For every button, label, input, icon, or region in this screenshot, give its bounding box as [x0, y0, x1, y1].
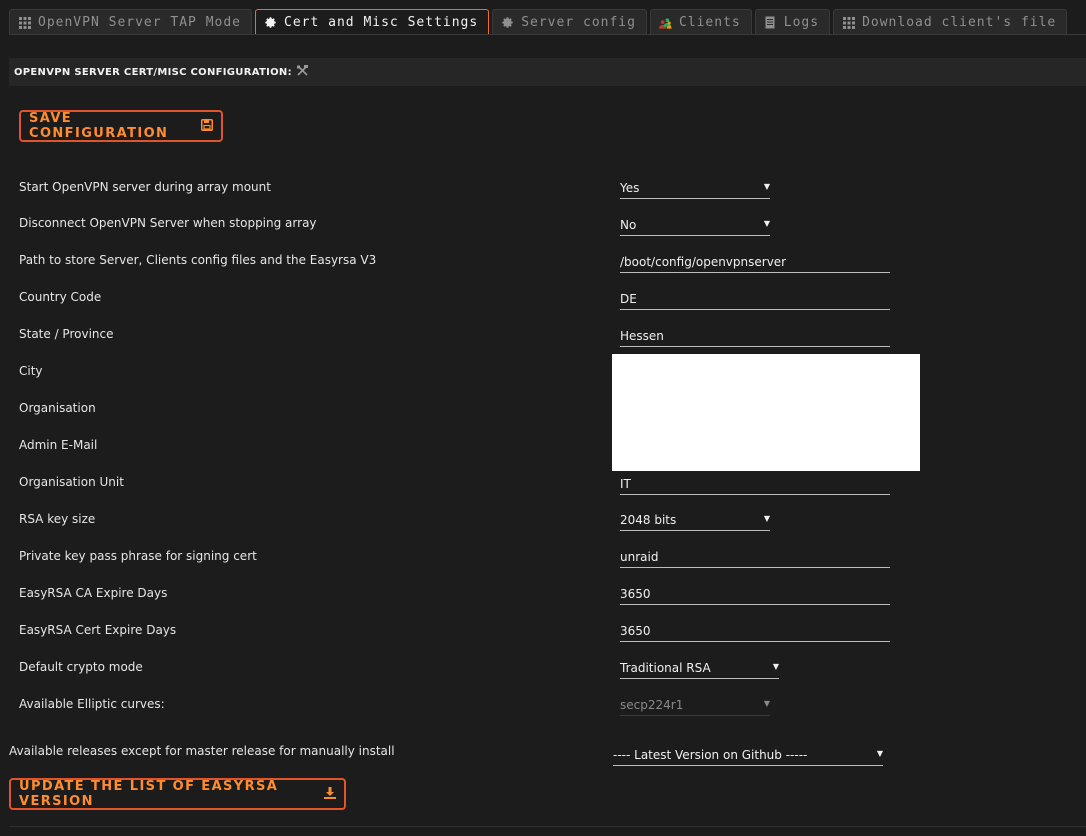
tab-logs[interactable]: Logs	[754, 9, 831, 35]
chevron-down-icon: ▼	[763, 514, 770, 523]
releases-select[interactable]: ---- Latest Version on Github ----- ▼	[613, 744, 883, 766]
tab-cert-and-misc-settings[interactable]: Cert and Misc Settings	[255, 9, 490, 35]
update-button-label: UPDATE THE LIST OF EASYRSA VERSION	[19, 779, 279, 809]
ca-expire-days-input[interactable]: 3650	[620, 583, 890, 605]
section-title: OPENVPN SERVER CERT/MISC CONFIGURATION:	[14, 66, 292, 78]
redacted-area	[612, 354, 920, 471]
tab-clients[interactable]: Clients	[649, 9, 752, 35]
start-server-select[interactable]: Yes ▼	[620, 177, 770, 199]
elliptic-curves-select: secp224r1 ▼	[620, 694, 770, 716]
tab-label: OpenVPN Server TAP Mode	[38, 15, 242, 30]
rsa-key-size-select[interactable]: 2048 bits ▼	[620, 509, 770, 531]
select-value: Yes	[620, 180, 640, 195]
state-input[interactable]: Hessen	[620, 325, 890, 347]
row-label-passphrase: Private key pass phrase for signing cert	[19, 549, 257, 563]
tab-label: Server config	[521, 15, 636, 30]
row-label-start-server: Start OpenVPN server during array mount	[19, 180, 271, 194]
document-icon	[764, 16, 777, 29]
grid-icon	[842, 16, 855, 29]
passphrase-input[interactable]: unraid	[620, 546, 890, 568]
footer-divider	[9, 826, 1086, 827]
save-button-label: SAVE CONFIGURATION	[29, 111, 169, 141]
crypto-mode-select[interactable]: Traditional RSA ▼	[620, 657, 779, 679]
gear-icon	[501, 16, 514, 29]
row-label-admin-email: Admin E-Mail	[19, 438, 98, 452]
tab-label: Logs	[783, 15, 820, 30]
download-icon	[324, 786, 336, 802]
select-value: No	[620, 217, 637, 232]
config-path-input[interactable]: /boot/config/openvpnserver	[620, 251, 890, 273]
tab-divider	[9, 34, 1086, 35]
users-icon	[658, 16, 672, 29]
row-label-config-path: Path to store Server, Clients config fil…	[19, 253, 377, 267]
chevron-down-icon: ▼	[772, 662, 779, 671]
floppy-disk-icon	[201, 118, 213, 134]
row-label-ca-expire: EasyRSA CA Expire Days	[19, 586, 168, 600]
tab-download-clients-file[interactable]: Download client's file	[833, 9, 1068, 35]
chevron-down-icon: ▼	[876, 749, 883, 758]
row-label-rsa-key-size: RSA key size	[19, 512, 96, 526]
tab-label: Clients	[678, 15, 741, 30]
tab-bar: OpenVPN Server TAP Mode Cert and Misc Se…	[9, 9, 1070, 35]
grid-icon	[18, 16, 31, 29]
row-label-organisation-unit: Organisation Unit	[19, 475, 124, 489]
chevron-down-icon: ▼	[763, 182, 770, 191]
gear-icon	[264, 16, 277, 29]
select-value: secp224r1	[620, 697, 684, 712]
tools-icon	[296, 64, 309, 80]
row-label-organisation: Organisation	[19, 401, 96, 415]
tab-label: Cert and Misc Settings	[284, 15, 479, 30]
section-header: OPENVPN SERVER CERT/MISC CONFIGURATION:	[9, 58, 1086, 86]
row-label-releases: Available releases except for master rel…	[9, 744, 395, 758]
cert-expire-days-input[interactable]: 3650	[620, 620, 890, 642]
update-easyrsa-list-button[interactable]: UPDATE THE LIST OF EASYRSA VERSION	[9, 778, 346, 810]
row-label-country-code: Country Code	[19, 290, 102, 304]
row-label-crypto-mode: Default crypto mode	[19, 660, 143, 674]
row-label-elliptic-curves: Available Elliptic curves:	[19, 697, 165, 711]
tab-openvpn-server-tap-mode[interactable]: OpenVPN Server TAP Mode	[9, 9, 253, 35]
save-configuration-button[interactable]: SAVE CONFIGURATION	[19, 110, 223, 142]
row-label-cert-expire: EasyRSA Cert Expire Days	[19, 623, 177, 637]
tab-server-config[interactable]: Server config	[492, 9, 647, 35]
disconnect-server-select[interactable]: No ▼	[620, 214, 770, 236]
select-value: Traditional RSA	[620, 660, 711, 675]
chevron-down-icon: ▼	[763, 699, 770, 708]
chevron-down-icon: ▼	[763, 219, 770, 228]
row-label-disconnect-server: Disconnect OpenVPN Server when stopping …	[19, 216, 317, 230]
row-label-city: City	[19, 364, 43, 378]
select-value: ---- Latest Version on Github -----	[613, 747, 808, 762]
country-code-input[interactable]: DE	[620, 288, 890, 310]
tab-label: Download client's file	[862, 15, 1057, 30]
organisation-unit-input[interactable]: IT	[620, 473, 890, 495]
select-value: 2048 bits	[620, 512, 677, 527]
row-label-state: State / Province	[19, 327, 114, 341]
